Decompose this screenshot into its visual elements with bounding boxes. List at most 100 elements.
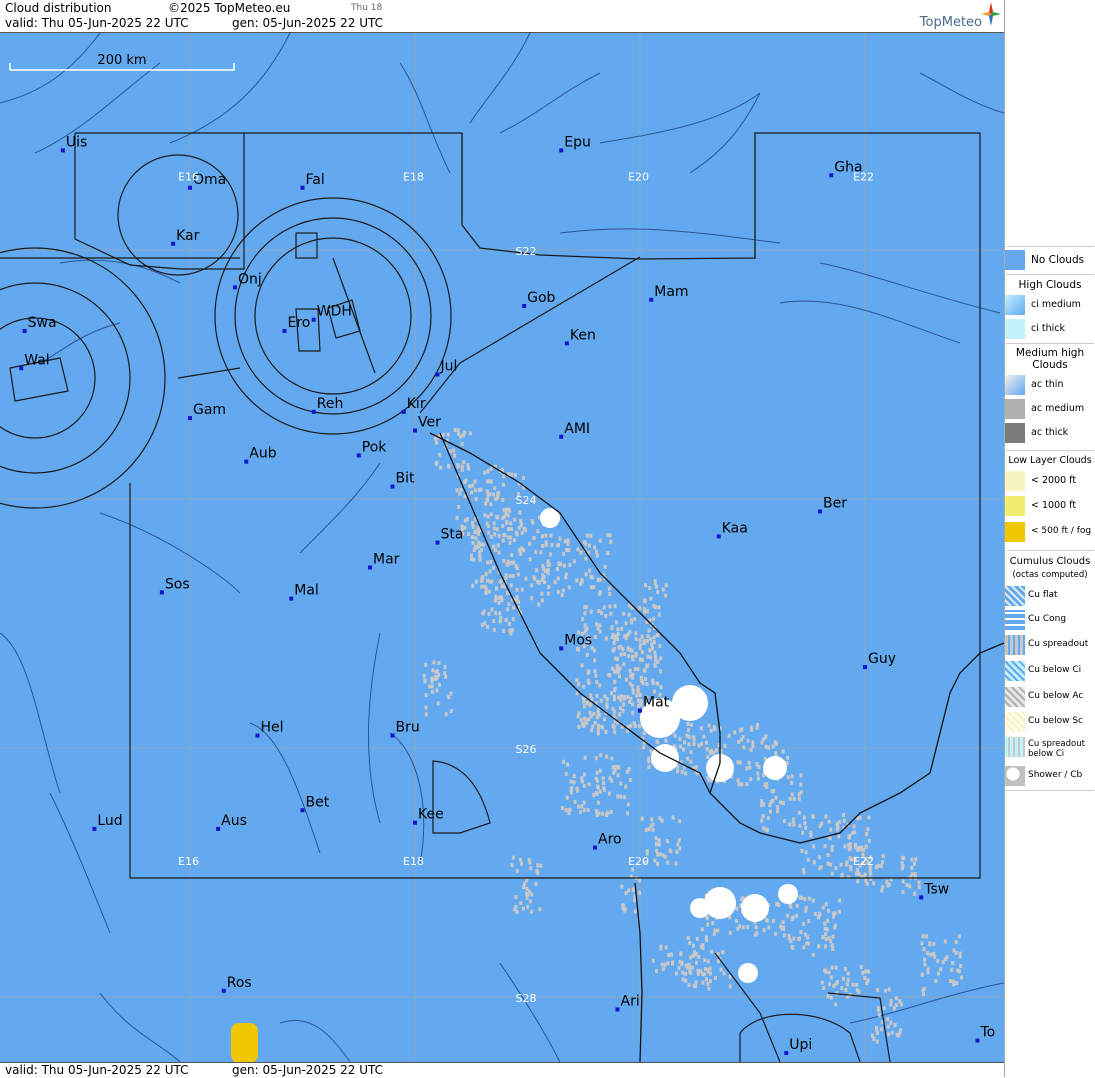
cloud-cell — [706, 754, 710, 759]
cloud-cell — [642, 731, 646, 736]
cloud-cell — [572, 780, 576, 785]
cloud-cell — [700, 927, 704, 932]
town-gam: Gam — [188, 402, 226, 421]
cloud-cell — [682, 747, 685, 752]
cloud-cell — [705, 977, 708, 982]
cumulus-blob — [738, 963, 758, 983]
cloud-cell — [795, 903, 799, 908]
cloud-cell — [622, 702, 626, 707]
cloud-cell — [514, 904, 518, 909]
cloud-cell — [594, 673, 598, 678]
cloud-cell — [618, 712, 622, 717]
cloud-cell — [740, 737, 743, 742]
cloud-cell — [736, 778, 740, 783]
cloud-cell — [466, 463, 470, 468]
grid-label: S28 — [516, 992, 537, 1005]
cloud-cell — [797, 810, 801, 815]
town-label: Epu — [564, 134, 591, 150]
cloud-cell — [917, 880, 921, 885]
cloud-cell — [782, 925, 786, 930]
cloud-cell — [628, 668, 632, 673]
town-marker-icon — [615, 1007, 620, 1012]
town-label: Reh — [317, 396, 344, 412]
cloud-cell — [623, 795, 627, 800]
cloud-cell — [618, 666, 622, 671]
cloud-cell — [657, 842, 661, 847]
cloud-cell — [509, 631, 513, 636]
cloud-cell — [943, 939, 947, 944]
cloud-cell — [585, 720, 589, 725]
cloud-cell — [615, 620, 618, 625]
cloud-cell — [699, 944, 703, 949]
cloud-cell — [544, 540, 548, 545]
cloud-cell — [687, 983, 691, 988]
cloud-cell — [826, 861, 830, 866]
cloud-cell — [517, 525, 521, 530]
cloud-cell — [631, 867, 635, 872]
cloud-cell — [652, 635, 656, 640]
cloud-cell — [434, 670, 438, 674]
cloud-cell — [589, 693, 593, 698]
cloud-cell — [510, 472, 514, 477]
cloud-cell — [567, 808, 571, 813]
cloud-cell — [664, 738, 668, 743]
cloud-cell — [840, 986, 844, 991]
cloud-cell — [684, 971, 688, 976]
town-label: Swa — [28, 315, 57, 331]
cloud-cell — [494, 547, 498, 552]
cloud-cell — [456, 428, 460, 433]
cloud-cell — [494, 611, 498, 616]
cloud-cell — [761, 814, 765, 818]
cloud-cell — [620, 884, 624, 889]
cloud-cell — [512, 538, 516, 543]
cloud-cell — [497, 596, 501, 601]
cloud-cell — [695, 936, 699, 941]
town-marker-icon — [282, 328, 287, 333]
cloud-cell — [424, 693, 428, 698]
cloud-cell — [470, 553, 473, 558]
cloud-cell — [609, 810, 613, 814]
cloud-cell — [864, 844, 868, 849]
cloud-cell — [751, 740, 755, 745]
cloud-cell — [696, 969, 700, 974]
cloud-cell — [874, 865, 878, 870]
cloud-cell — [550, 543, 554, 547]
cloud-cell — [650, 642, 654, 647]
cloud-cell — [601, 776, 605, 781]
cloud-cell — [598, 577, 602, 582]
cloud-cell — [596, 778, 599, 783]
cloud-cell — [640, 650, 644, 655]
cloud-map[interactable]: UisFalOmaEpuGhaKarOnjMamSwaWDHEroGobKenW… — [0, 33, 1004, 1062]
cloud-cell — [456, 463, 460, 467]
cloud-cell — [546, 571, 550, 576]
cloud-cell — [712, 931, 716, 936]
cloud-cell — [484, 572, 488, 577]
cloud-cell — [910, 865, 914, 870]
cloud-cell — [502, 558, 506, 563]
cloud-cell — [762, 928, 766, 933]
cloud-cell — [593, 658, 597, 663]
cloud-cell — [877, 1012, 881, 1017]
cloud-cell — [803, 897, 807, 902]
cloud-cell — [817, 855, 821, 860]
cloud-cell — [954, 940, 958, 945]
cloud-cell — [474, 579, 478, 584]
cloud-cell — [580, 804, 584, 809]
town-marker-icon — [649, 297, 654, 302]
legend-no-clouds: No Clouds — [1005, 250, 1095, 270]
cloud-cell — [510, 527, 514, 531]
cloud-cell — [932, 942, 936, 947]
cloud-cell — [771, 919, 775, 924]
cloud-cell — [689, 955, 692, 960]
cloud-cell — [564, 572, 568, 577]
cloud-cell — [802, 945, 806, 950]
cloud-cell — [519, 857, 522, 862]
cloud-cell — [859, 847, 863, 852]
cloud-cell — [492, 565, 496, 570]
cloud-cell — [627, 632, 630, 636]
cloud-cell — [607, 672, 611, 677]
legend-fog: < 500 ft / fog — [1005, 522, 1095, 542]
cloud-cell — [797, 792, 801, 797]
town-marker-icon — [564, 341, 569, 346]
cloud-cell — [708, 750, 712, 755]
